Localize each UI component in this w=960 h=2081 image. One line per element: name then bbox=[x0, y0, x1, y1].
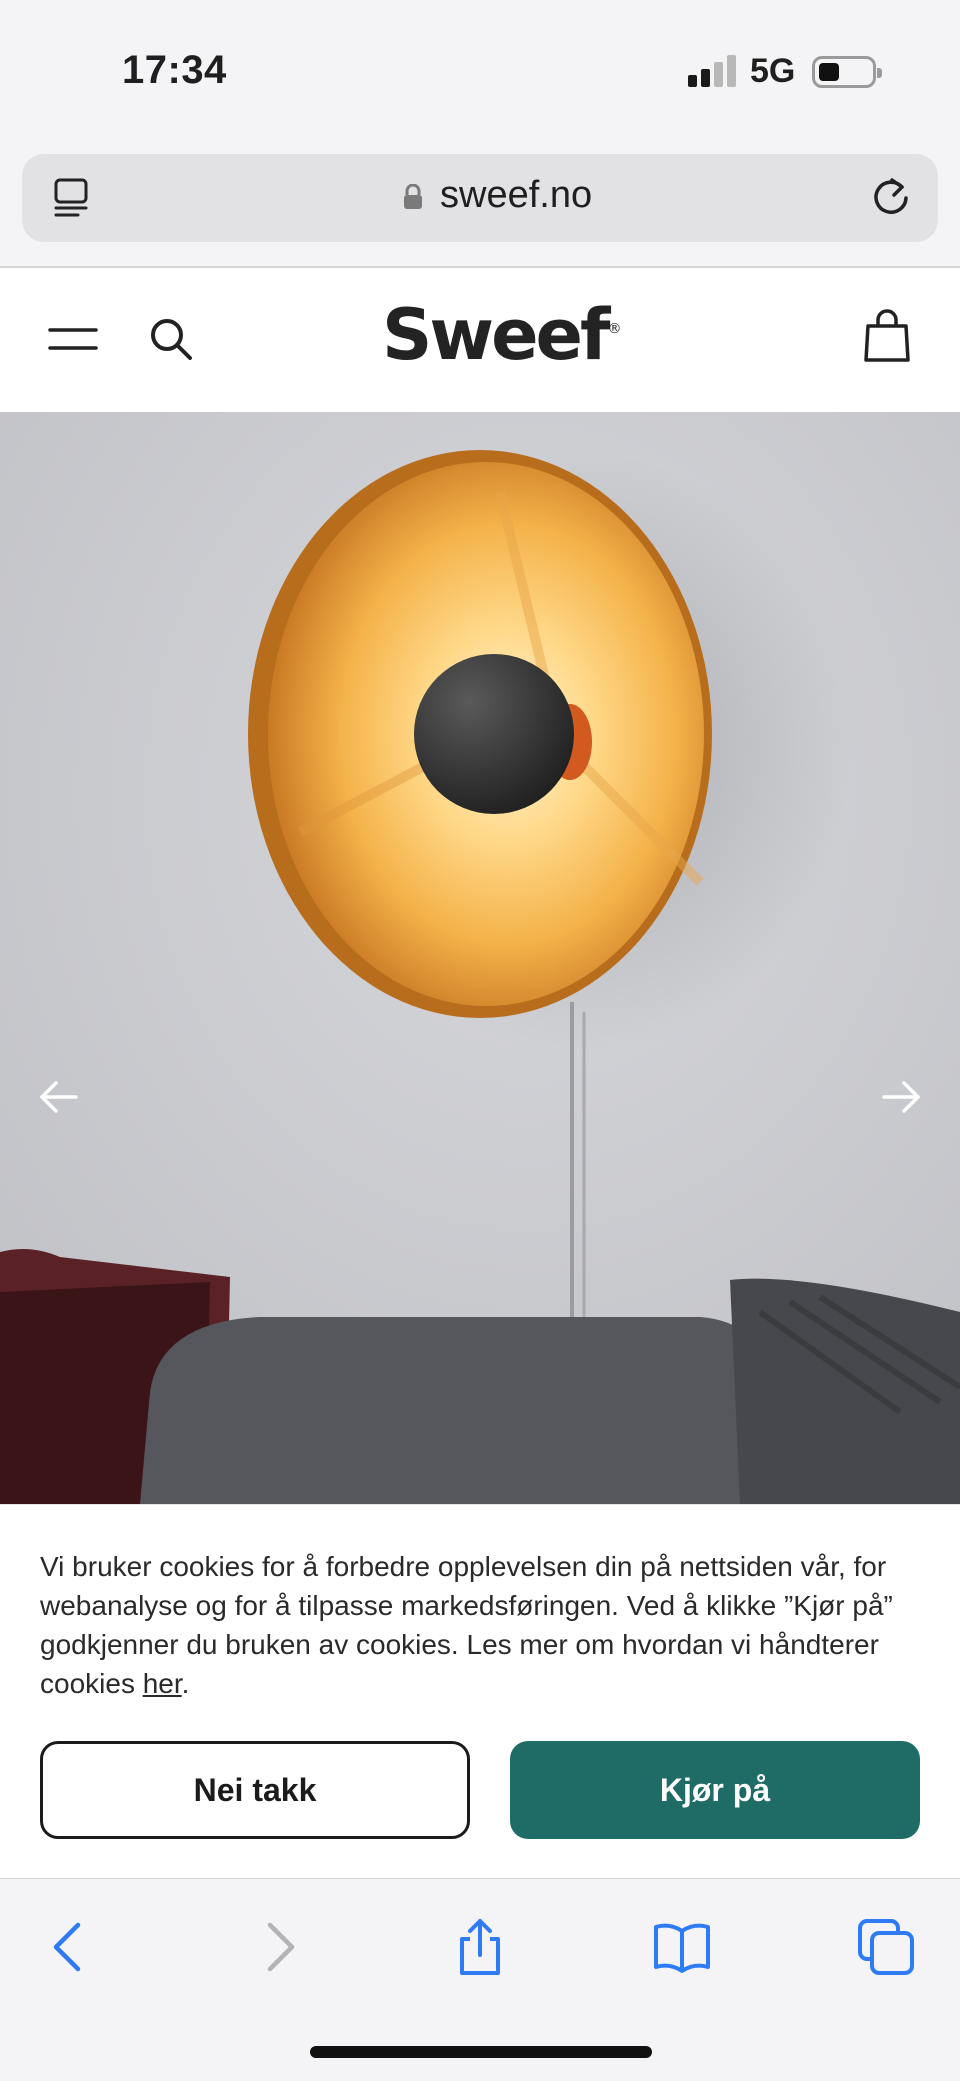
lock-icon bbox=[404, 184, 422, 209]
site-header: Sweef® bbox=[0, 268, 960, 412]
registered-mark: ® bbox=[607, 320, 622, 337]
wall-lamp-photo bbox=[0, 412, 960, 1504]
reload-icon[interactable] bbox=[868, 174, 914, 220]
status-time: 17:34 bbox=[122, 48, 227, 92]
cookie-message: Vi bruker cookies for å forbedre oppleve… bbox=[40, 1547, 920, 1703]
cookie-banner: Vi bruker cookies for å forbedre oppleve… bbox=[0, 1504, 960, 1878]
bookmarks-book-icon[interactable] bbox=[652, 1917, 712, 1977]
battery-low-icon bbox=[812, 56, 882, 88]
tabs-icon[interactable] bbox=[856, 1917, 916, 1977]
logo-text: Sweef bbox=[382, 294, 610, 376]
back-chevron-icon[interactable] bbox=[40, 1917, 100, 1977]
url-text[interactable]: sweef.no bbox=[440, 174, 592, 217]
search-icon[interactable] bbox=[148, 316, 194, 362]
share-icon[interactable] bbox=[450, 1917, 510, 1977]
reader-view-icon[interactable] bbox=[50, 176, 94, 220]
hero-product-image[interactable] bbox=[0, 412, 960, 1504]
cookie-policy-link[interactable]: her bbox=[143, 1668, 182, 1699]
accept-cookies-button[interactable]: Kjør på bbox=[510, 1741, 920, 1839]
arrow-right-icon[interactable] bbox=[870, 1067, 930, 1127]
address-bar[interactable]: sweef.no bbox=[22, 154, 938, 242]
sweef-logo[interactable]: Sweef® bbox=[382, 294, 622, 376]
decline-cookies-button[interactable]: Nei takk bbox=[40, 1741, 470, 1839]
forward-chevron-icon[interactable] bbox=[248, 1917, 308, 1977]
cookie-period: . bbox=[181, 1668, 190, 1699]
status-bar: 17:34 5G bbox=[0, 0, 960, 140]
arrow-left-icon[interactable] bbox=[30, 1067, 90, 1127]
cellular-signal-icon bbox=[688, 55, 736, 87]
hamburger-menu-icon[interactable] bbox=[48, 322, 98, 356]
home-indicator[interactable] bbox=[310, 2046, 652, 2058]
network-type: 5G bbox=[750, 52, 796, 90]
shopping-bag-icon[interactable] bbox=[862, 308, 912, 364]
